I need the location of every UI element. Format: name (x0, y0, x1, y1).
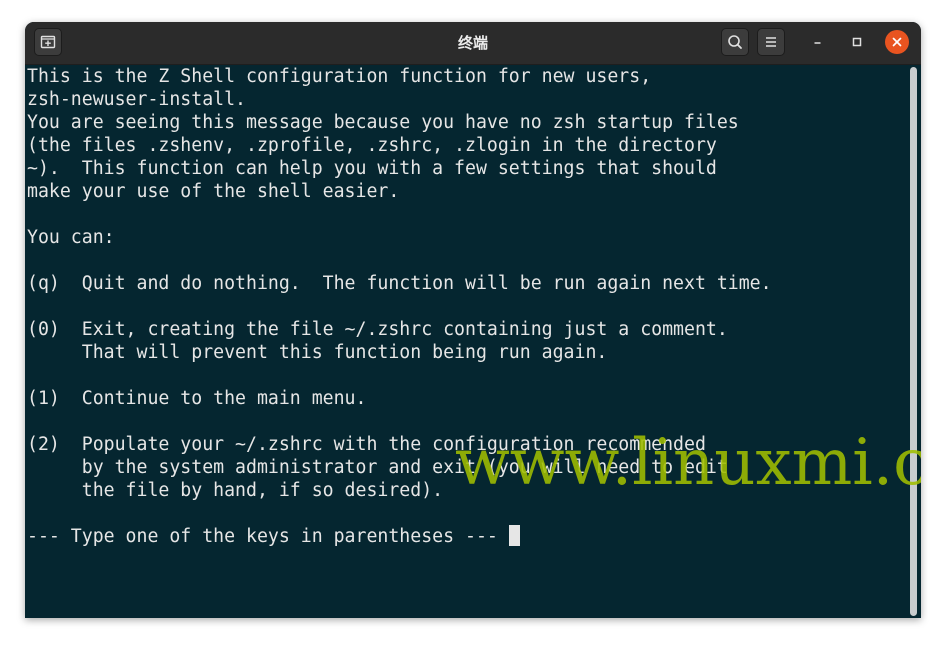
minimize-icon (814, 42, 821, 44)
title-bar[interactable]: 终端 (25, 22, 921, 65)
terminal-line: (0) Exit, creating the file ~/.zshrc con… (27, 319, 728, 340)
search-icon (728, 35, 742, 49)
terminal-line: You are seeing this message because you … (27, 112, 739, 133)
new-tab-button[interactable] (34, 28, 62, 56)
close-icon (892, 37, 902, 47)
menu-button[interactable] (757, 28, 785, 56)
scrollbar[interactable] (910, 67, 917, 616)
terminal-line: the file by hand, if so desired). (27, 480, 444, 501)
terminal-line: (the files .zshenv, .zprofile, .zshrc, .… (27, 135, 717, 156)
terminal-area[interactable]: This is the Z Shell configuration functi… (25, 65, 921, 618)
terminal-line: That will prevent this function being ru… (27, 342, 608, 363)
terminal-line: ~). This function can help you with a fe… (27, 158, 717, 179)
terminal-line: by the system administrator and exit (yo… (27, 457, 728, 478)
minimize-button[interactable] (806, 30, 830, 54)
text-cursor (508, 525, 520, 546)
terminal-line: (2) Populate your ~/.zshrc with the conf… (27, 434, 706, 455)
terminal-line: You can: (27, 227, 115, 248)
maximize-button[interactable] (845, 30, 869, 54)
terminal-line: zsh-newuser-install. (27, 89, 246, 110)
terminal-line: make your use of the shell easier. (27, 181, 400, 202)
close-button[interactable] (885, 30, 909, 54)
maximize-icon (852, 37, 862, 47)
new-tab-icon (40, 35, 56, 49)
terminal-line: (q) Quit and do nothing. The function wi… (27, 273, 772, 294)
window-title: 终端 (457, 34, 488, 52)
terminal-prompt-line: --- Type one of the keys in parentheses … (27, 526, 509, 547)
terminal-line: This is the Z Shell configuration functi… (27, 66, 652, 87)
terminal-window: 终端 This is the Z Shell configuration fun… (25, 22, 921, 618)
terminal-output: This is the Z Shell configuration functi… (27, 65, 772, 548)
hamburger-menu-icon (766, 37, 776, 47)
search-button[interactable] (721, 28, 749, 56)
terminal-line: (1) Continue to the main menu. (27, 388, 367, 409)
